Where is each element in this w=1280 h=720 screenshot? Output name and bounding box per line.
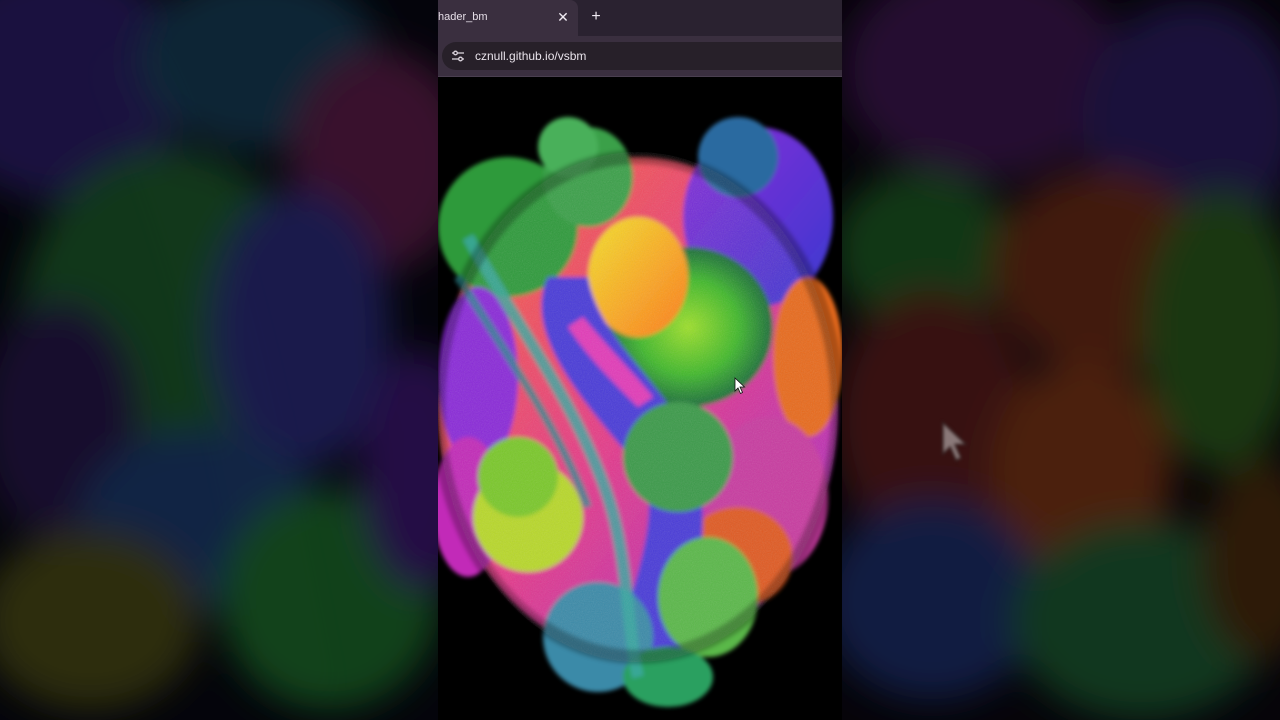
video-frame: hader_bm ✕ + cznull.github.io/vsbm xyxy=(0,0,1280,720)
blurred-cursor-icon xyxy=(942,420,968,462)
close-icon[interactable]: ✕ xyxy=(555,9,571,25)
plus-icon[interactable]: + xyxy=(587,7,605,27)
blurred-backdrop-right xyxy=(842,0,1280,720)
tab-strip: hader_bm ✕ + xyxy=(438,0,842,36)
page-viewport[interactable] xyxy=(438,77,842,720)
url-text[interactable]: cznull.github.io/vsbm xyxy=(475,49,586,63)
tune-icon[interactable] xyxy=(450,48,466,64)
browser-window: hader_bm ✕ + cznull.github.io/vsbm xyxy=(438,0,842,720)
tab-title: hader_bm xyxy=(438,11,488,23)
address-bar[interactable]: cznull.github.io/vsbm xyxy=(442,42,842,70)
tab-shader-bm[interactable]: hader_bm ✕ xyxy=(438,0,578,36)
browser-toolbar: cznull.github.io/vsbm xyxy=(438,36,842,77)
fractal-render xyxy=(438,117,842,707)
mouse-pointer-icon xyxy=(734,377,746,395)
blurred-backdrop-left xyxy=(0,0,438,720)
